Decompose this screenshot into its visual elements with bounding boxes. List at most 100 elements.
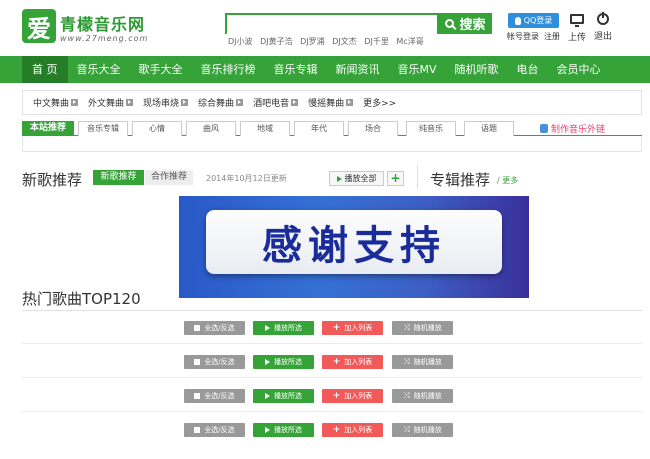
hot-search-link[interactable]: DJ罗浦 [300, 37, 325, 46]
nav-singers[interactable]: 歌手大全 [130, 56, 192, 83]
arrow-right-icon [181, 99, 189, 106]
account-login-link[interactable]: 帐号登录 [507, 31, 539, 42]
search-input[interactable] [227, 18, 437, 35]
category-label: 酒吧电音 [253, 99, 290, 109]
logout-label: 退出 [593, 32, 612, 42]
music-link-maker[interactable]: 制作音乐外链 [540, 122, 605, 135]
category-bar: 中文舞曲 外文舞曲 现场串烧 综合舞曲 酒吧电音 慢摇舞曲 更多>> [22, 90, 642, 115]
play-all-label: 播放全部 [344, 174, 377, 183]
recommend-tab[interactable]: 地域 [240, 121, 290, 136]
add-to-list-label: 加入列表 [344, 358, 373, 366]
update-date: 2014年10月12日更新 [206, 174, 287, 183]
upload-label: 上传 [567, 33, 586, 43]
category-item[interactable]: 酒吧电音 [253, 96, 299, 109]
category-more-link[interactable]: 更多>> [363, 96, 396, 109]
select-all-button[interactable]: 全选/反选 [184, 321, 245, 335]
nav-news[interactable]: 新闻资讯 [327, 56, 389, 83]
arrow-right-icon [126, 99, 134, 106]
site-logo[interactable]: 爱 青檬音乐网 www.27meng.com [22, 9, 162, 49]
nav-home[interactable]: 首 页 [22, 56, 68, 83]
logo-mark: 爱 [22, 9, 56, 43]
play-selected-label: 播放所选 [274, 392, 302, 400]
category-label: 中文舞曲 [33, 99, 70, 109]
category-item[interactable]: 现场串烧 [143, 96, 189, 109]
recommend-tab[interactable]: 纯音乐 [406, 121, 456, 136]
new-songs-title: 新歌推荐 [22, 171, 83, 189]
random-play-button[interactable]: ⤨ 随机播放 [392, 389, 453, 403]
select-all-label: 全选/反选 [204, 358, 235, 366]
plus-icon: + [332, 322, 341, 333]
logo-name: 青檬音乐网 [60, 15, 146, 34]
add-to-list-label: 加入列表 [344, 392, 373, 400]
nav-albums[interactable]: 音乐专辑 [265, 56, 327, 83]
random-play-button[interactable]: ⤨ 随机播放 [392, 423, 453, 437]
hot-search-link[interactable]: DJ黄子浩 [260, 37, 293, 46]
add-to-list-button[interactable]: + 加入列表 [322, 423, 383, 437]
checkbox-icon [194, 325, 201, 331]
nav-mv[interactable]: 音乐MV [389, 56, 446, 83]
nav-charts[interactable]: 音乐排行榜 [192, 56, 265, 83]
play-selected-button[interactable]: 播放所选 [253, 321, 314, 335]
arrow-right-icon [236, 99, 244, 106]
play-icon [265, 427, 270, 433]
hot-search-link[interactable]: DJ文杰 [332, 37, 357, 46]
random-play-button[interactable]: ⤨ 随机播放 [392, 355, 453, 369]
recommend-panel [22, 137, 642, 152]
recommend-tab[interactable]: 曲风 [186, 121, 236, 136]
main-nav: 首 页 音乐大全 歌手大全 音乐排行榜 音乐专辑 新闻资讯 音乐MV 随机听歌 … [0, 56, 650, 83]
divider [22, 411, 642, 412]
nav-radio[interactable]: 电台 [508, 56, 548, 83]
recommend-tab[interactable]: 音乐专辑 [78, 121, 128, 136]
qq-icon [514, 16, 521, 25]
play-all-button[interactable]: 播放全部 [329, 171, 384, 186]
recommend-tab[interactable]: 语题 [464, 121, 514, 136]
category-label: 外文舞曲 [88, 99, 125, 109]
select-all-label: 全选/反选 [204, 392, 235, 400]
register-link[interactable]: 注册 [544, 31, 560, 42]
category-item[interactable]: 外文舞曲 [88, 96, 134, 109]
album-more-link[interactable]: / 更多 [497, 175, 518, 186]
hot-songs-title: 热门歌曲TOP120 [22, 290, 141, 308]
power-icon [597, 12, 609, 27]
play-selected-button[interactable]: 播放所选 [253, 389, 314, 403]
song-controls: 全选/反选 播放所选 + 加入列表 ⤨ 随机播放 [22, 389, 642, 412]
play-selected-button[interactable]: 播放所选 [253, 355, 314, 369]
play-selected-button[interactable]: 播放所选 [253, 423, 314, 437]
category-item[interactable]: 中文舞曲 [33, 96, 79, 109]
select-all-label: 全选/反选 [204, 324, 235, 332]
recommend-tab[interactable]: 心情 [132, 121, 182, 136]
recommend-tab[interactable]: 场合 [348, 121, 398, 136]
nav-music-all[interactable]: 音乐大全 [68, 56, 130, 83]
select-all-button[interactable]: 全选/反选 [184, 355, 245, 369]
divider [417, 165, 418, 189]
add-to-list-button[interactable]: + 加入列表 [322, 321, 383, 335]
select-all-button[interactable]: 全选/反选 [184, 423, 245, 437]
search-button-label: 搜索 [459, 18, 486, 33]
qq-login-button[interactable]: QQ登录 [508, 13, 559, 28]
nav-random[interactable]: 随机听歌 [446, 56, 508, 83]
category-item[interactable]: 慢摇舞曲 [308, 96, 354, 109]
search-box [225, 13, 439, 35]
upload-button[interactable]: 上传 [566, 13, 588, 43]
add-all-button[interactable]: + [387, 171, 404, 186]
random-play-label: 随机播放 [413, 358, 442, 366]
category-item[interactable]: 综合舞曲 [198, 96, 244, 109]
recommend-tab[interactable]: 年代 [294, 121, 344, 136]
search-icon [445, 19, 455, 28]
nav-members[interactable]: 会员中心 [548, 56, 610, 83]
add-to-list-label: 加入列表 [344, 426, 373, 434]
promo-banner[interactable]: 感谢支持 [179, 196, 529, 298]
select-all-button[interactable]: 全选/反选 [184, 389, 245, 403]
tab-collab[interactable]: 合作推荐 [145, 170, 193, 185]
checkbox-icon [194, 427, 201, 433]
tab-new-songs[interactable]: 新歌推荐 [93, 170, 144, 185]
hot-search-link[interactable]: Mc洋哥 [396, 37, 423, 46]
add-to-list-button[interactable]: + 加入列表 [322, 389, 383, 403]
add-to-list-button[interactable]: + 加入列表 [322, 355, 383, 369]
search-button[interactable]: 搜索 [439, 13, 492, 34]
hot-search-link[interactable]: DJ千里 [364, 37, 389, 46]
hot-search-link[interactable]: DJ小波 [228, 37, 253, 46]
random-play-button[interactable]: ⤨ 随机播放 [392, 321, 453, 335]
arrow-right-icon [291, 99, 299, 106]
logout-button[interactable]: 退出 [592, 12, 614, 42]
